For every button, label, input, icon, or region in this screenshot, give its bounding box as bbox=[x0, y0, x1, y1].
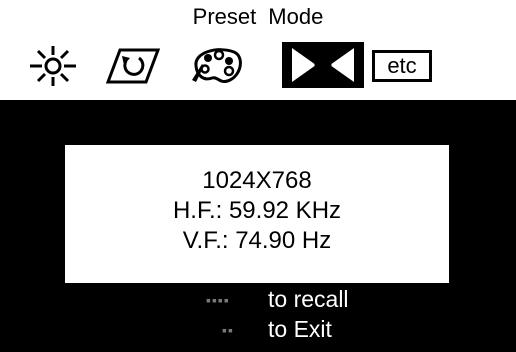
exit-key-label: ▪▪ bbox=[222, 322, 234, 338]
menu-panel: 1024X768 H.F.: 59.92 KHz V.F.: 74.90 Hz … bbox=[0, 100, 516, 352]
menu-title: Preset Mode bbox=[0, 4, 516, 30]
recall-hint-text: to recall bbox=[268, 286, 349, 312]
resolution-text: 1024X768 bbox=[202, 167, 312, 194]
etc-button[interactable]: etc bbox=[372, 50, 432, 82]
recall-key-label: ▪▪▪▪ bbox=[206, 292, 230, 308]
vertical-frequency-text: V.F.: 74.90 Hz bbox=[182, 227, 332, 254]
preset-mode-icon[interactable] bbox=[282, 42, 364, 88]
menu-icons-row: etc bbox=[0, 42, 516, 94]
geometry-icon[interactable] bbox=[104, 44, 162, 88]
mode-info-box: 1024X768 H.F.: 59.92 KHz V.F.: 74.90 Hz bbox=[65, 145, 449, 283]
color-palette-icon[interactable] bbox=[188, 44, 246, 88]
horizontal-frequency-text: H.F.: 59.92 KHz bbox=[172, 197, 342, 224]
brightness-icon[interactable] bbox=[24, 44, 82, 88]
menu-title-word-2: Mode bbox=[268, 4, 324, 29]
exit-hint-text: to Exit bbox=[268, 316, 332, 342]
osd-menu: Preset Mode etc 1024X768 H.F.: 59.92 KHz… bbox=[0, 0, 516, 352]
menu-title-word-1: Preset bbox=[192, 4, 257, 29]
